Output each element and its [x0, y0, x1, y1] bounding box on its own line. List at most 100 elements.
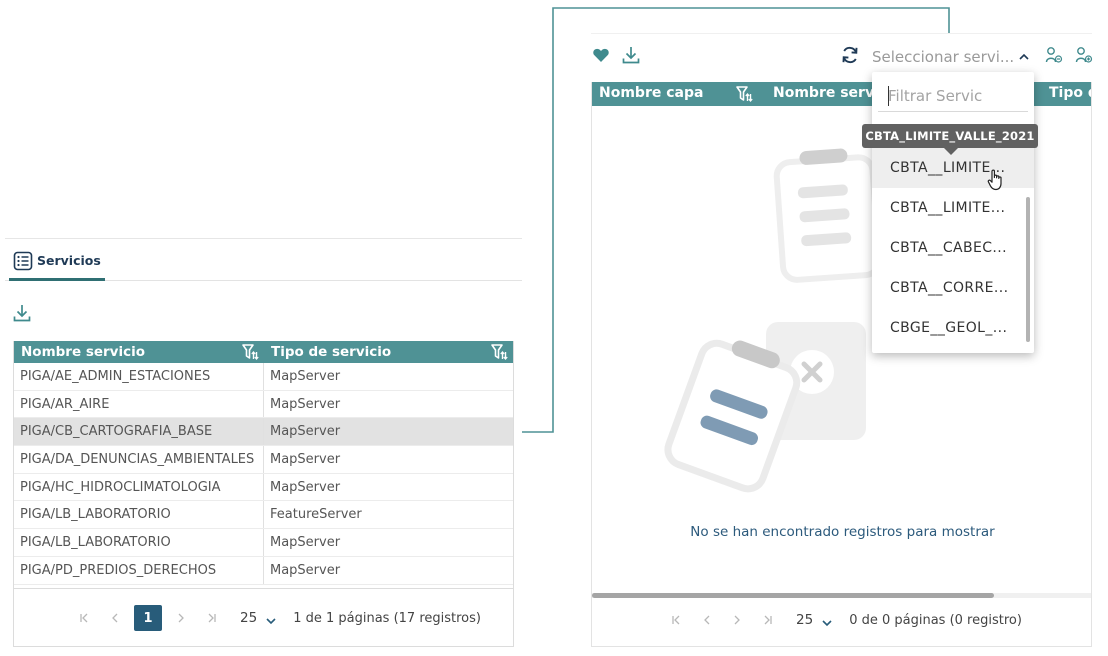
table-row[interactable]: PIGA/HC_HIDROCLIMATOLOGIA MapServer: [14, 473, 513, 502]
download-icon: [622, 47, 640, 64]
user-add-icon: [1075, 47, 1093, 63]
chevron-up-icon: [1017, 50, 1031, 64]
service-select[interactable]: Seleccionar servi...: [872, 43, 1035, 71]
dropdown-options: CBTA__LIMITE... CBTA__LIMITE... CBTA__CA…: [872, 148, 1034, 348]
prev-page-button[interactable]: [100, 605, 130, 631]
cell-nombre-servicio: PIGA/CB_CARTOGRAFIA_BASE: [14, 418, 264, 446]
dropdown-option[interactable]: CBTA__CORRE...: [872, 268, 1034, 308]
first-page-button[interactable]: [662, 607, 692, 633]
first-page-icon: [672, 615, 680, 625]
user-add-button[interactable]: [1074, 45, 1094, 65]
chevron-down-icon: [266, 618, 276, 625]
cell-nombre-servicio: PIGA/PD_PREDIOS_DERECHOS: [14, 556, 264, 584]
last-page-button[interactable]: [196, 605, 226, 631]
page-size-select[interactable]: 25: [796, 611, 833, 629]
refresh-icon: [842, 46, 858, 64]
favorite-button[interactable]: [591, 45, 611, 65]
cell-tipo-servicio: FeatureServer: [270, 507, 362, 523]
download-button[interactable]: [11, 302, 33, 324]
table-body: PIGA/AE_ADMIN_ESTACIONES MapServer PIGA/…: [14, 363, 513, 585]
prev-page-button[interactable]: [692, 607, 722, 633]
hand-cursor-icon: [987, 169, 1002, 191]
table-row-selected[interactable]: PIGA/CB_CARTOGRAFIA_BASE MapServer: [14, 418, 513, 447]
chevron-left-icon: [704, 615, 710, 625]
chevron-right-icon: [734, 615, 740, 625]
filter-sort-icon[interactable]: [240, 342, 260, 362]
chevron-right-icon: [178, 613, 184, 623]
cell-nombre-servicio: PIGA/AE_ADMIN_ESTACIONES: [14, 363, 264, 390]
table-header: Nombre servicio Tipo de servicio: [14, 341, 513, 363]
table-footer: 1 25 1 de 1 páginas (17 registros): [13, 589, 514, 647]
table-row[interactable]: PIGA/DA_DENUNCIAS_AMBIENTALES MapServer: [14, 446, 513, 474]
table-row[interactable]: PIGA/AE_ADMIN_ESTACIONES MapServer: [14, 363, 513, 391]
next-page-button[interactable]: [722, 607, 752, 633]
horizontal-scrollbar[interactable]: [592, 593, 1091, 598]
services-table: Nombre servicio Tipo de servicio PIGA/AE…: [13, 341, 514, 589]
dropdown-option[interactable]: CBTA__CABEC...: [872, 228, 1034, 268]
tab-servicios[interactable]: Servicios: [9, 251, 105, 281]
cell-tipo-servicio: MapServer: [270, 396, 341, 412]
cell-tipo-servicio: MapServer: [270, 424, 341, 440]
table-row[interactable]: PIGA/LB_LABORATORIO MapServer: [14, 529, 513, 557]
panel-border: [591, 33, 1092, 34]
last-page-icon: [208, 613, 216, 623]
cell-tipo-servicio: MapServer: [270, 562, 341, 578]
first-page-button[interactable]: [70, 605, 100, 631]
cell-tipo-servicio: MapServer: [270, 451, 341, 467]
column-header-tipo-servicio[interactable]: Tipo de servicio: [264, 341, 513, 363]
page-size-select[interactable]: 25: [240, 609, 277, 627]
cell-tipo-servicio: MapServer: [270, 534, 341, 550]
user-remove-button[interactable]: [1044, 45, 1064, 65]
refresh-button[interactable]: [840, 45, 860, 65]
pagination-info: 0 de 0 páginas (0 registro): [849, 612, 1022, 628]
next-page-button[interactable]: [166, 605, 196, 631]
tab-servicios-label: Servicios: [37, 253, 101, 268]
list-icon: [13, 251, 33, 271]
first-page-icon: [80, 613, 88, 623]
cell-nombre-servicio: PIGA/HC_HIDROCLIMATOLOGIA: [14, 473, 264, 501]
cell-tipo-servicio: MapServer: [270, 368, 341, 384]
cell-nombre-servicio: PIGA/LB_LABORATORIO: [14, 501, 264, 529]
dropdown-option[interactable]: CBTA__LIMITE...: [872, 188, 1034, 228]
download-button[interactable]: [620, 44, 642, 66]
filter-sort-icon[interactable]: [489, 342, 509, 362]
cell-nombre-servicio: PIGA/LB_LABORATORIO: [14, 529, 264, 556]
table-row[interactable]: PIGA/LB_LABORATORIO FeatureServer: [14, 501, 513, 530]
page-size-value: 25: [796, 612, 814, 628]
filter-sort-icon[interactable]: [734, 84, 754, 104]
pagination-info: 1 de 1 páginas (17 registros): [293, 610, 481, 626]
chevron-left-icon: [112, 613, 118, 623]
empty-message: No se han encontrado registros para most…: [690, 524, 995, 540]
last-page-button[interactable]: [752, 607, 782, 633]
tooltip-arrow: [944, 148, 958, 155]
heart-icon: [593, 48, 609, 62]
user-remove-icon: [1045, 47, 1063, 63]
cell-tipo-servicio: MapServer: [270, 479, 341, 495]
last-page-icon: [764, 615, 772, 625]
column-label: Tipo de servicio: [271, 344, 392, 360]
column-header-nombre-capa[interactable]: Nombre capa: [599, 85, 703, 101]
dropdown-option[interactable]: CBGE__GEOL_...: [872, 308, 1034, 348]
service-dropdown: CBTA__LIMITE... CBTA__LIMITE... CBTA__CA…: [872, 72, 1034, 353]
cell-nombre-servicio: PIGA/DA_DENUNCIAS_AMBIENTALES: [14, 446, 264, 473]
table-row[interactable]: PIGA/AR_AIRE MapServer: [14, 390, 513, 419]
column-label: Nombre servicio: [21, 344, 145, 360]
column-header-nombre-servicio[interactable]: Nombre servicio: [14, 341, 264, 363]
download-icon: [13, 305, 31, 322]
filter-services-input[interactable]: [878, 80, 1028, 112]
table-row[interactable]: PIGA/PD_PREDIOS_DERECHOS MapServer: [14, 556, 513, 585]
services-panel: Servicios Nombre servicio Tipo de servic…: [5, 238, 522, 648]
page-size-value: 25: [240, 610, 258, 626]
cell-nombre-servicio: PIGA/AR_AIRE: [14, 390, 264, 418]
chevron-down-icon: [822, 620, 832, 627]
current-page-button[interactable]: 1: [134, 605, 162, 631]
option-tooltip: CBTA_LIMITE_VALLE_2021: [862, 124, 1038, 148]
tab-bar: Servicios: [5, 239, 522, 281]
column-header-tipo[interactable]: Tipo d: [1049, 85, 1091, 101]
dropdown-scrollbar[interactable]: [1026, 197, 1030, 342]
text-cursor: [888, 86, 889, 106]
pagination: 1 25 1 de 1 páginas (17 registros): [70, 605, 481, 631]
pagination: 25 0 de 0 páginas (0 registro): [662, 607, 1022, 633]
scrollbar-thumb[interactable]: [592, 593, 994, 598]
service-select-placeholder: Seleccionar servi...: [872, 48, 1015, 66]
